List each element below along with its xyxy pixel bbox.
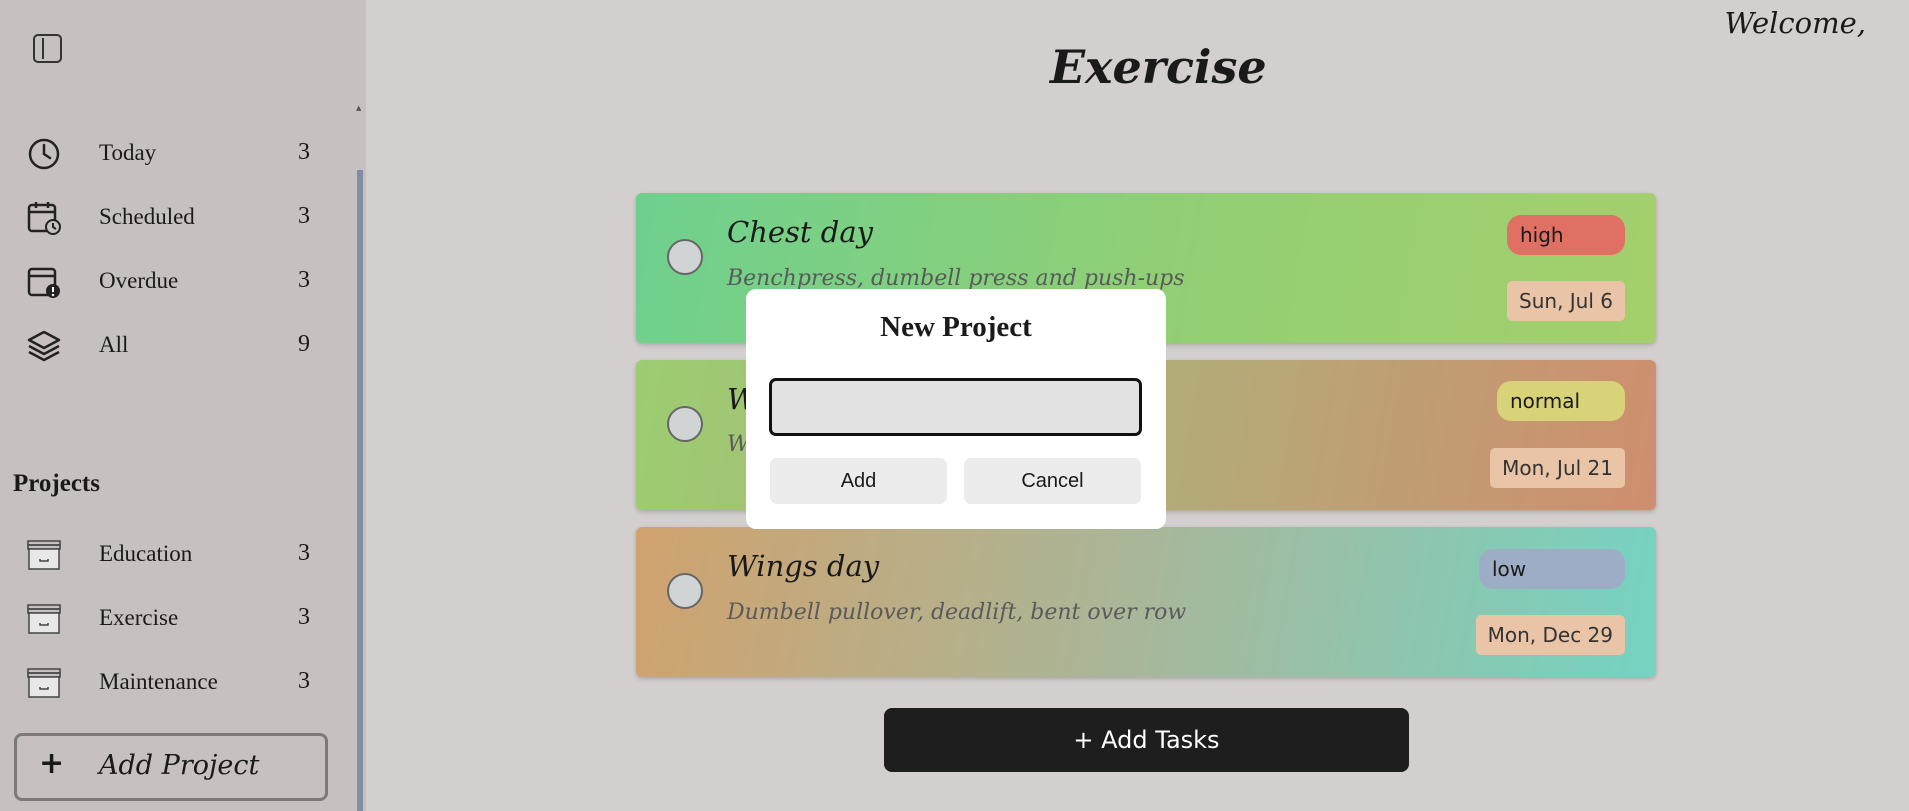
archive-icon — [27, 540, 61, 570]
add-button[interactable]: Add — [770, 458, 947, 504]
clock-icon — [28, 138, 60, 170]
sidebar-item-label: Scheduled — [99, 204, 195, 229]
project-count: 3 — [298, 668, 310, 694]
project-item-education[interactable]: Education 3 — [0, 529, 340, 579]
priority-badge[interactable]: normal — [1497, 381, 1625, 421]
add-tasks-button[interactable]: + Add Tasks — [884, 708, 1409, 772]
project-item-exercise[interactable]: Exercise 3 — [0, 593, 340, 643]
task-card[interactable]: Wings day Dumbell pullover, deadlift, be… — [636, 527, 1656, 677]
project-item-maintenance[interactable]: Maintenance 3 — [0, 657, 340, 707]
sidebar-item-label: Today — [99, 140, 157, 165]
project-name-input[interactable] — [769, 378, 1142, 436]
page-title: Exercise — [1050, 40, 1267, 94]
projects-heading: Projects — [13, 470, 100, 497]
new-project-dialog: New Project Add Cancel — [746, 289, 1166, 529]
sidebar-item-count: 9 — [298, 331, 310, 357]
sidebar-item-overdue[interactable]: Overdue 3 — [0, 256, 340, 306]
scroll-up-arrow[interactable]: ▲ — [356, 104, 361, 112]
layers-icon — [27, 330, 61, 362]
task-description: Dumbell pullover, deadlift, bent over ro… — [727, 600, 1187, 625]
archive-icon — [27, 668, 61, 698]
sidebar-scrollbar[interactable] — [357, 170, 363, 811]
project-label: Exercise — [99, 605, 179, 630]
task-description: Benchpress, dumbell press and push-ups — [727, 266, 1185, 291]
calendar-alert-icon — [27, 267, 60, 298]
project-count: 3 — [298, 604, 310, 630]
sidebar-item-count: 3 — [298, 139, 310, 165]
task-checkbox[interactable] — [667, 239, 703, 275]
sidebar-item-all[interactable]: All 9 — [0, 320, 340, 370]
plus-icon: + — [39, 746, 65, 781]
dialog-title: New Project — [880, 311, 1032, 343]
sidebar-item-scheduled[interactable]: Scheduled 3 — [0, 192, 340, 242]
due-date[interactable]: Mon, Dec 29 — [1475, 615, 1625, 655]
sidebar-item-count: 3 — [298, 267, 310, 293]
cancel-button[interactable]: Cancel — [964, 458, 1141, 504]
due-date[interactable]: Mon, Jul 21 — [1490, 448, 1625, 488]
priority-badge[interactable]: low — [1479, 549, 1625, 589]
add-project-label: Add Project — [99, 750, 260, 781]
project-label: Education — [99, 541, 193, 566]
archive-icon — [27, 604, 61, 634]
sidebar-item-count: 3 — [298, 203, 310, 229]
sidebar: ▲ Today 3 Scheduled 3 Overdue 3 All 9 Pr… — [0, 0, 366, 811]
priority-badge[interactable]: high — [1507, 215, 1625, 255]
add-project-button[interactable]: + Add Project — [14, 733, 328, 801]
sidebar-item-label: All — [99, 332, 129, 357]
task-title: Wings day — [727, 549, 880, 583]
sidebar-item-label: Overdue — [99, 268, 179, 293]
welcome-text: Welcome, — [1724, 6, 1866, 40]
task-checkbox[interactable] — [667, 406, 703, 442]
task-title: Chest day — [727, 215, 874, 249]
task-checkbox[interactable] — [667, 573, 703, 609]
sidebar-toggle-icon[interactable] — [33, 34, 62, 63]
project-label: Maintenance — [99, 669, 218, 694]
project-count: 3 — [298, 540, 310, 566]
due-date[interactable]: Sun, Jul 6 — [1507, 281, 1625, 321]
sidebar-item-today[interactable]: Today 3 — [0, 128, 340, 178]
calendar-clock-icon — [27, 202, 61, 235]
